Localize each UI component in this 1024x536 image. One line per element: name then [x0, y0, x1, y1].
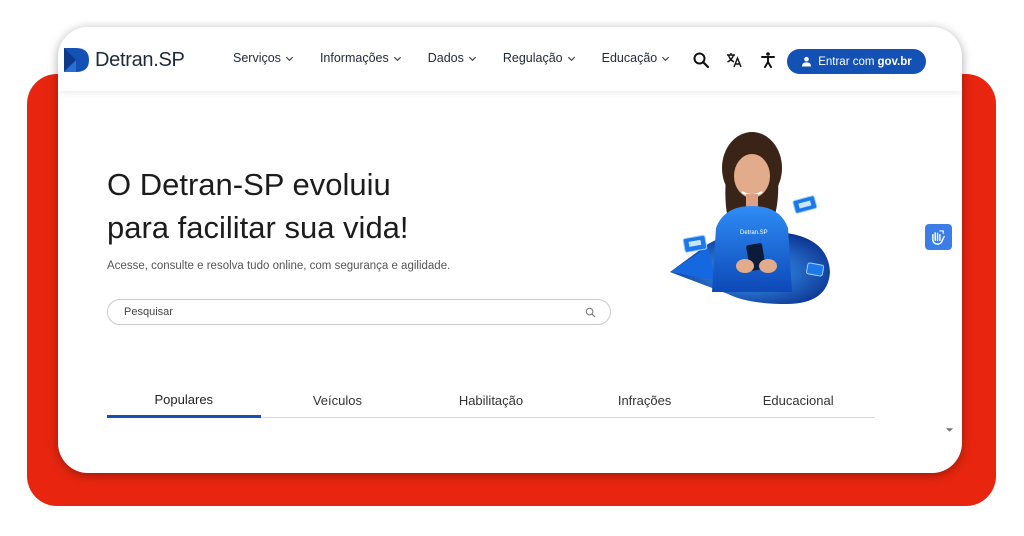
nav-item-label: Dados — [427, 51, 464, 65]
nav-item-educacao[interactable]: Educação — [602, 51, 671, 65]
login-govbr-button[interactable]: Entrar com gov.br — [787, 49, 926, 74]
nav-item-label: Serviços — [233, 51, 281, 65]
nav-item-label: Educação — [601, 51, 658, 65]
chevron-down-icon — [393, 56, 401, 61]
category-tabs: Populares Veículos Habilitação Infrações… — [107, 387, 875, 418]
translate-icon[interactable] — [725, 51, 743, 69]
logo-text: Detran.SP — [95, 49, 185, 72]
logo-name: Detran — [95, 48, 154, 71]
hero-title-line2: para facilitar sua vida! — [107, 210, 409, 245]
login-provider: gov.br — [877, 55, 912, 68]
browser-window: Detran.SP Serviços Informações Dados Reg… — [58, 27, 962, 473]
hero-subtitle: Acesse, consulte e resolva tudo online, … — [107, 260, 451, 272]
nav-item-informacoes[interactable]: Informações — [320, 51, 402, 65]
chevron-down-icon — [567, 56, 575, 61]
shirt-logo-text: Detran.SP — [740, 230, 768, 236]
detran-logo-mark-icon — [64, 48, 89, 72]
nav-item-dados[interactable]: Dados — [428, 51, 477, 65]
tab-infracoes[interactable]: Infrações — [568, 387, 722, 417]
tab-label: Infrações — [617, 393, 672, 408]
tab-label: Educacional — [762, 393, 834, 408]
main-nav: Serviços Informações Dados Regulação Edu… — [233, 51, 696, 65]
tab-label: Habilitação — [458, 393, 524, 408]
tab-veiculos[interactable]: Veículos — [261, 387, 415, 417]
tab-label: Populares — [154, 392, 214, 407]
nav-item-label: Informações — [319, 51, 389, 65]
login-prefix: Entrar com — [818, 55, 875, 68]
hero-title-line1: O Detran-SP evoluiu — [107, 167, 391, 202]
search-input[interactable] — [122, 305, 585, 319]
search-icon[interactable] — [692, 51, 710, 69]
user-icon — [802, 56, 812, 67]
hero-illustration: Detran.SP — [670, 132, 830, 304]
nav-item-servicos[interactable]: Serviços — [233, 51, 294, 65]
scroll-down-icon[interactable] — [946, 428, 953, 432]
tab-populares[interactable]: Populares — [107, 387, 261, 418]
chevron-down-icon — [662, 56, 670, 61]
logo-suffix: .SP — [153, 48, 185, 71]
chevron-down-icon — [468, 56, 476, 61]
accessibility-icon[interactable] — [759, 51, 777, 69]
tab-label: Veículos — [312, 393, 362, 408]
sign-language-icon — [932, 229, 945, 245]
hero-title: O Detran-SP evoluiu para facilitar sua v… — [107, 163, 527, 249]
chevron-down-icon — [285, 56, 294, 61]
sign-language-button[interactable] — [925, 224, 952, 250]
search-bar[interactable] — [107, 299, 611, 325]
tab-educacional[interactable]: Educacional — [721, 387, 875, 417]
nav-item-label: Regulação — [502, 51, 563, 65]
nav-item-regulacao[interactable]: Regulação — [503, 51, 576, 65]
tab-habilitacao[interactable]: Habilitação — [414, 387, 568, 417]
site-header: Detran.SP Serviços Informações Dados Reg… — [58, 27, 962, 91]
search-icon[interactable] — [585, 307, 596, 318]
detran-logo[interactable]: Detran.SP — [62, 45, 185, 75]
